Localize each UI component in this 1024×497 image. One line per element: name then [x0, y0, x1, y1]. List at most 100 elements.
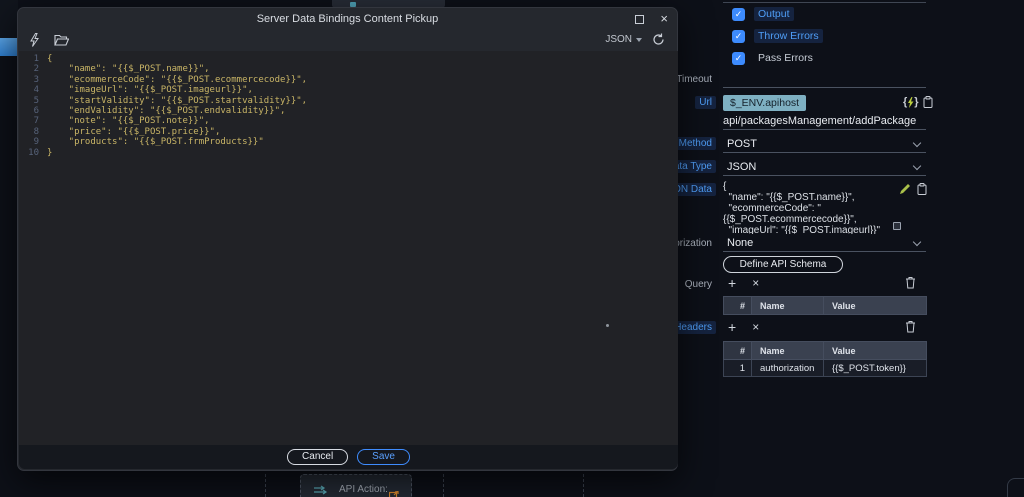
flow-connector-line	[443, 474, 444, 497]
chevron-down-icon	[913, 162, 921, 170]
url-path-field[interactable]: api/packagesManagement/addPackage	[723, 112, 926, 130]
maximize-icon[interactable]	[635, 15, 644, 24]
refresh-icon[interactable]	[652, 33, 665, 46]
format-dropdown[interactable]: JSON	[605, 34, 642, 45]
open-folder-icon[interactable]	[54, 34, 69, 46]
data-type-select[interactable]: JSON	[723, 159, 926, 176]
mouse-cursor-dot	[606, 324, 609, 327]
table-row[interactable]: 1authorization{{$_POST.token}}	[723, 360, 927, 377]
headers-table-rows: 1authorization{{$_POST.token}}	[723, 360, 927, 377]
timeout-input[interactable]	[723, 72, 926, 88]
checkbox-row[interactable]: ✓Output	[732, 7, 794, 21]
column-header: Name	[751, 342, 823, 359]
sidebar-selected-item-strip[interactable]	[0, 38, 18, 56]
api-action-label: API Action:	[339, 484, 388, 495]
server-data-bindings-modal: Server Data Bindings Content Pickup × JS…	[17, 7, 678, 471]
line-number: 2	[19, 64, 47, 74]
url-env-token-chip[interactable]: $_ENV.apihost	[723, 95, 806, 111]
code-line[interactable]: 2 "name": "{{$_POST.name}}",	[19, 64, 678, 74]
authorization-value: None	[727, 237, 753, 249]
close-icon[interactable]: ×	[660, 11, 668, 27]
api-action-step[interactable]: API Action:	[300, 474, 412, 497]
json-preview-line: "ecommerceCode": "	[723, 203, 901, 214]
line-code: "products": "{{$_POST.frmProducts}}"	[47, 137, 264, 147]
headers-row-actions: + ×	[728, 320, 759, 334]
data-binding-picker-icon[interactable]: { }	[903, 96, 919, 108]
textarea-resize-grip-icon[interactable]	[893, 222, 901, 230]
code-lines: 1{2 "name": "{{$_POST.name}}",3 "ecommer…	[19, 54, 678, 158]
method-select[interactable]: POST	[723, 136, 926, 153]
line-number: 8	[19, 127, 47, 137]
line-number: 6	[19, 106, 47, 116]
json-preview-line: {	[723, 181, 901, 192]
query-table-header: #NameValue	[723, 296, 927, 315]
checkbox-checked-icon[interactable]: ✓	[732, 30, 745, 43]
line-number: 9	[19, 137, 47, 147]
line-code: "note": "{{$_POST.note}}",	[47, 116, 210, 126]
flow-connector-line	[583, 474, 584, 497]
line-code: "imageUrl": "{{$_POST.imageurl}}",	[47, 85, 253, 95]
code-editor[interactable]: 1{2 "name": "{{$_POST.name}}",3 "ecommer…	[19, 51, 678, 447]
line-number: 5	[19, 96, 47, 106]
add-query-param-icon[interactable]: +	[728, 276, 736, 290]
data-type-value: JSON	[727, 161, 756, 173]
clipboard-icon[interactable]	[917, 183, 927, 195]
lightning-bolt-icon[interactable]	[30, 33, 39, 47]
clipboard-icon[interactable]	[923, 96, 933, 108]
column-header: Value	[823, 297, 926, 314]
checkbox-row[interactable]: ✓Pass Errors	[732, 51, 817, 65]
code-line[interactable]: 10}	[19, 148, 678, 158]
headers-trash-icon[interactable]	[905, 320, 916, 333]
modal-title: Server Data Bindings Content Pickup	[18, 8, 677, 30]
line-code: "startValidity": "{{$_POST.startvalidity…	[47, 96, 307, 106]
json-preview-line: "imageUrl": "{{$_POST.imageurl}}"	[723, 225, 901, 234]
remove-query-param-icon[interactable]: ×	[752, 276, 759, 290]
column-header: #	[724, 342, 751, 359]
row-number: 1	[724, 360, 751, 376]
chevron-down-icon	[913, 238, 921, 246]
headers-table: #NameValue 1authorization{{$_POST.token}…	[723, 341, 927, 377]
row-value[interactable]: {{$_POST.token}}	[823, 360, 926, 376]
query-table: #NameValue	[723, 296, 927, 315]
method-value: POST	[727, 138, 757, 150]
row-name[interactable]: authorization	[751, 360, 823, 376]
edit-pencil-icon[interactable]	[899, 183, 911, 195]
authorization-select[interactable]: None	[723, 235, 926, 252]
remove-header-icon[interactable]: ×	[752, 320, 759, 334]
code-line[interactable]: 6 "endValidity": "{{$_POST.endvalidity}}…	[19, 106, 678, 116]
code-line[interactable]: 9 "products": "{{$_POST.frmProducts}}"	[19, 137, 678, 147]
define-api-schema-button[interactable]: Define API Schema	[723, 256, 843, 273]
flow-connector-line	[265, 474, 266, 497]
code-line[interactable]: 5 "startValidity": "{{$_POST.startvalidi…	[19, 96, 678, 106]
line-code: {	[47, 54, 52, 64]
checkbox-checked-icon[interactable]: ✓	[732, 52, 745, 65]
checkbox-row[interactable]: ✓ Throw Errors	[732, 29, 823, 43]
code-line[interactable]: 4 "imageUrl": "{{$_POST.imageurl}}",	[19, 85, 678, 95]
line-number: 7	[19, 116, 47, 126]
line-number: 10	[19, 148, 47, 158]
code-line[interactable]: 8 "price": "{{$_POST.price}}",	[19, 127, 678, 137]
line-code: "endValidity": "{{$_POST.endvalidity}}",	[47, 106, 285, 116]
query-row-actions: + ×	[728, 276, 759, 290]
json-data-preview[interactable]: { "name": "{{$_POST.name}}", "ecommerceC…	[723, 181, 901, 234]
json-preview-line: "name": "{{$_POST.name}}",	[723, 192, 901, 203]
chevron-down-icon	[913, 139, 921, 147]
code-line[interactable]: 1{	[19, 54, 678, 64]
column-header: Value	[823, 342, 926, 359]
line-code: }	[47, 148, 52, 158]
headers-table-header: #NameValue	[723, 341, 927, 360]
checkbox-checked-icon[interactable]: ✓	[732, 8, 745, 21]
query-trash-icon[interactable]	[905, 276, 916, 289]
save-button[interactable]: Save	[357, 449, 410, 465]
modal-toolbar: JSON	[18, 30, 677, 51]
checkbox-label: Throw Errors	[754, 29, 823, 43]
url-path-value: api/packagesManagement/addPackage	[723, 115, 916, 127]
panel-divider	[723, 2, 926, 3]
code-line[interactable]: 7 "note": "{{$_POST.note}}",	[19, 116, 678, 126]
cancel-button[interactable]: Cancel	[287, 449, 348, 465]
url-field-icons: { }	[903, 96, 933, 108]
format-dropdown-value: JSON	[605, 34, 632, 45]
brace-close: }	[914, 96, 918, 108]
code-line[interactable]: 3 "ecommerceCode": "{{$_POST.ecommerceco…	[19, 75, 678, 85]
add-header-icon[interactable]: +	[728, 320, 736, 334]
